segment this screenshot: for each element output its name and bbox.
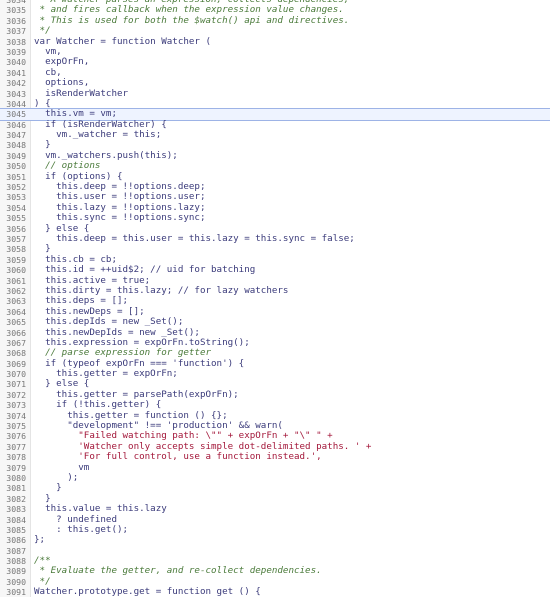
line-number: 3038 xyxy=(6,36,26,47)
line-number: 3075 xyxy=(6,421,26,432)
line-number: 3059 xyxy=(6,254,26,265)
code-line[interactable]: 3036 * This is used for both the $watch(… xyxy=(0,14,550,26)
line-number: 3042 xyxy=(6,78,26,89)
line-number: 3071 xyxy=(6,379,26,390)
line-number: 3083 xyxy=(6,504,26,515)
code-line[interactable]: 3091 Watcher.prototype.get = function get… xyxy=(0,586,550,597)
code-text: }; xyxy=(34,534,46,546)
line-number: 3078 xyxy=(6,452,26,463)
line-number: 3066 xyxy=(6,327,26,338)
line-number: 3055 xyxy=(6,213,26,224)
line-number: 3037 xyxy=(6,26,26,37)
line-number: 3035 xyxy=(6,5,26,16)
code-line[interactable]: 3087 xyxy=(0,546,550,556)
code-line[interactable]: 3038 var Watcher = function Watcher ( xyxy=(0,36,550,47)
line-number: 3065 xyxy=(6,317,26,328)
code-line[interactable]: 3081 } xyxy=(0,482,550,494)
line-number: 3074 xyxy=(6,410,26,421)
line-number: 3079 xyxy=(6,462,26,473)
code-text: options, xyxy=(34,77,90,89)
code-line[interactable]: 3089 * Evaluate the getter, and re-colle… xyxy=(0,565,550,577)
line-number: 3040 xyxy=(6,57,26,68)
line-number: 3089 xyxy=(6,566,26,577)
line-number: 3081 xyxy=(6,483,26,494)
line-number: 3064 xyxy=(6,306,26,317)
line-number: 3090 xyxy=(6,576,26,587)
line-number: 3047 xyxy=(6,130,26,141)
line-number: 3051 xyxy=(6,171,26,182)
code-line[interactable]: 3080 ); xyxy=(0,472,550,483)
line-number: 3085 xyxy=(6,524,26,535)
code-line[interactable]: 3079 vm xyxy=(0,462,550,473)
code-text: this.value = this.lazy xyxy=(34,503,167,515)
line-number: 3091 xyxy=(6,587,26,597)
line-number: 3058 xyxy=(6,244,26,255)
line-number: 3087 xyxy=(6,545,26,556)
code-text: vm._watcher = this; xyxy=(34,129,162,141)
code-line[interactable]: 3057 this.deep = this.user = this.lazy =… xyxy=(0,232,550,244)
line-number: 3049 xyxy=(6,150,26,161)
code-line[interactable]: 3043 isRenderWatcher xyxy=(0,88,550,99)
code-line[interactable]: 3065 this.depIds = new _Set(); xyxy=(0,316,550,328)
line-number: 3053 xyxy=(6,192,26,203)
line-number: 3073 xyxy=(6,400,26,411)
line-number: 3082 xyxy=(6,493,26,504)
line-number: 3054 xyxy=(6,202,26,213)
code-text: Watcher.prototype.get = function get () … xyxy=(34,586,261,597)
code-line[interactable]: 3085 : this.get(); xyxy=(0,523,550,535)
code-line[interactable]: 3086}; xyxy=(0,534,550,546)
code-line[interactable]: 3060 this.id = ++uid$2; // uid for batch… xyxy=(0,264,550,276)
line-number: 3069 xyxy=(6,358,26,369)
line-number: 3060 xyxy=(6,265,26,276)
line-number: 3036 xyxy=(6,15,26,26)
line-number: 3056 xyxy=(6,223,26,234)
code-editor[interactable]: 3034 * A watcher parses an expression, c… xyxy=(0,0,550,597)
line-number: 3072 xyxy=(6,389,26,400)
line-number: 3068 xyxy=(6,348,26,359)
line-number: 3045 xyxy=(6,109,26,120)
code-line[interactable]: 3037 */ xyxy=(0,25,550,37)
line-number: 3063 xyxy=(6,296,26,307)
code-line[interactable]: 3040 expOrFn, xyxy=(0,56,550,68)
line-number: 3044 xyxy=(6,98,26,109)
code-text: * This is used for both the $watch() api… xyxy=(34,14,350,26)
code-text: : this.get(); xyxy=(34,523,129,535)
line-number: 3050 xyxy=(6,161,26,172)
code-line[interactable]: 3042 options, xyxy=(0,77,550,89)
line-number: 3080 xyxy=(6,472,26,483)
code-text: this.depIds = new _Set(); xyxy=(34,316,184,328)
code-text: this.deep = this.user = this.lazy = this… xyxy=(34,232,355,244)
line-number: 3086 xyxy=(6,535,26,546)
line-number: 3084 xyxy=(6,514,26,525)
line-number: 3077 xyxy=(6,441,26,452)
code-line[interactable]: 3047 vm._watcher = this; xyxy=(0,129,550,141)
line-number: 3043 xyxy=(6,88,26,99)
line-number: 3076 xyxy=(6,431,26,442)
line-number: 3061 xyxy=(6,275,26,286)
line-number: 3041 xyxy=(6,67,26,78)
line-number: 3070 xyxy=(6,369,26,380)
line-number: 3057 xyxy=(6,233,26,244)
code-line[interactable]: 3083 this.value = this.lazy xyxy=(0,503,550,515)
code-area[interactable]: 3034 * A watcher parses an expression, c… xyxy=(0,0,550,597)
line-number: 3046 xyxy=(6,119,26,130)
line-number: 3052 xyxy=(6,182,26,193)
code-text: this.id = ++uid$2; // uid for batching xyxy=(34,264,256,276)
code-text: * Evaluate the getter, and re-collect de… xyxy=(34,565,322,577)
line-number: 3039 xyxy=(6,46,26,57)
line-number: 3048 xyxy=(6,140,26,151)
line-number: 3067 xyxy=(6,337,26,348)
line-number: 3062 xyxy=(6,285,26,296)
line-number: 3088 xyxy=(6,556,26,567)
